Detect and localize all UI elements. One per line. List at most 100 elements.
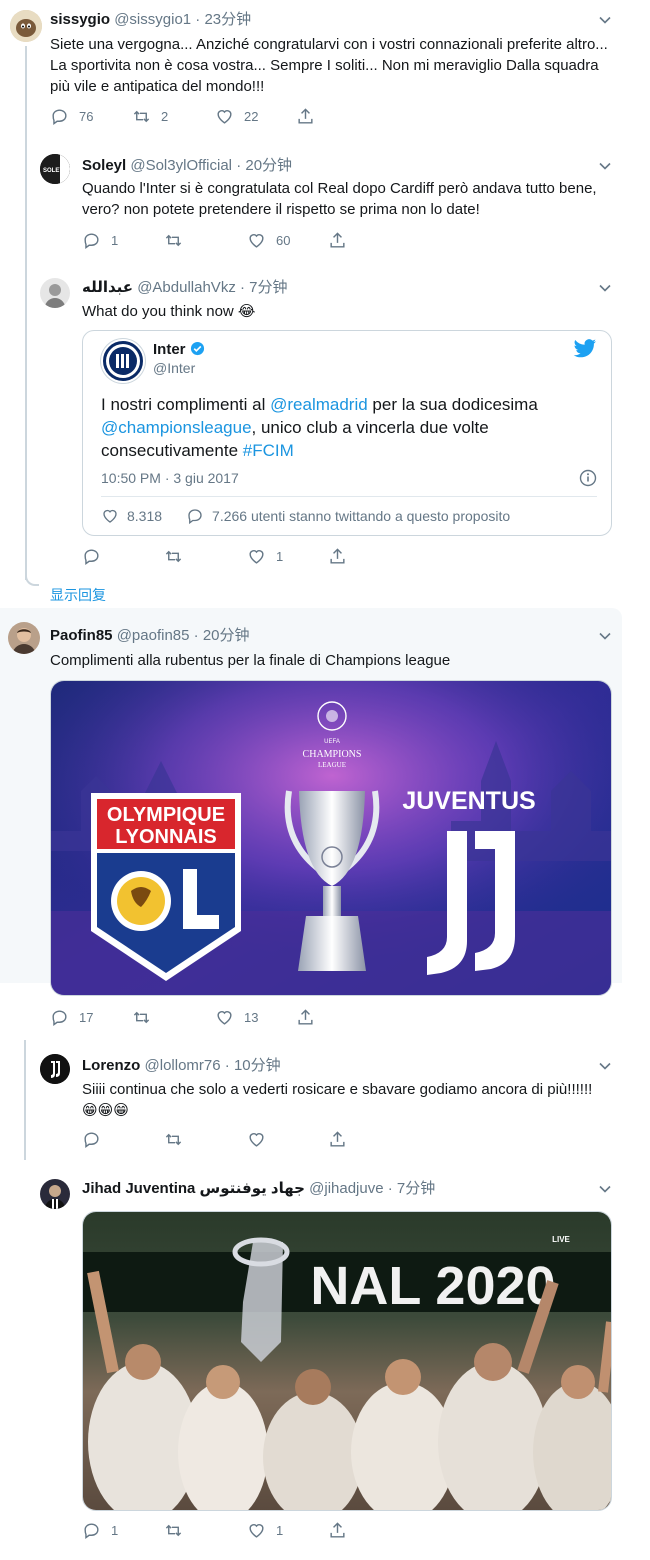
author-handle[interactable]: @lollomr76: [145, 1057, 221, 1074]
timestamp[interactable]: 7分钟: [397, 1180, 435, 1197]
tweet-paofin85[interactable]: Paofin85 @paofin85 · 20分钟 Complimenti al…: [0, 608, 650, 1038]
avatar-image: [8, 622, 40, 654]
avatar-image: SOLEYL: [40, 154, 70, 184]
chevron-down-icon[interactable]: [598, 1182, 612, 1196]
reply-icon[interactable]: [186, 507, 204, 525]
timestamp[interactable]: 23分钟: [204, 11, 251, 28]
share-button[interactable]: [296, 1008, 325, 1027]
tweet-sissygio[interactable]: sissygio @sissygio1 · 23分钟 Siete una ver…: [0, 0, 650, 580]
tweet-jihadjuve[interactable]: Jihad Juventina جهاد يوفنتوس @jihadjuve …: [0, 1165, 650, 1560]
share-button[interactable]: [328, 231, 357, 250]
author-name[interactable]: Soleyl: [82, 157, 126, 174]
tweet-text: Siete una vergogna... Anziché congratula…: [50, 36, 608, 95]
hashtag-link[interactable]: #FCIM: [243, 441, 294, 460]
mention-link[interactable]: @championsleague: [101, 418, 252, 437]
quoted-tweet-card[interactable]: Inter @Inter I nostri complimenti al @re…: [82, 330, 612, 536]
avatar-label: SOLEYL: [43, 168, 67, 174]
chevron-down-icon[interactable]: [598, 1059, 612, 1073]
reply-icon: [52, 109, 67, 126]
author-handle[interactable]: @Sol3ylOfficial: [130, 157, 232, 174]
share-button[interactable]: [296, 107, 325, 126]
author-handle[interactable]: @AbdullahVkz: [137, 279, 236, 296]
heart-icon: [217, 110, 232, 124]
like-button[interactable]: 13: [215, 1008, 258, 1027]
avatar[interactable]: [40, 278, 70, 308]
heart-icon: [249, 550, 264, 564]
author-handle[interactable]: @jihadjuve: [309, 1180, 383, 1197]
retweet-button[interactable]: [164, 231, 193, 250]
tweet-actions: 76 2 22: [50, 107, 350, 129]
like-button[interactable]: 60: [247, 231, 290, 250]
inter-avatar[interactable]: [101, 339, 145, 383]
celebration-image[interactable]: NAL 2020 LIVE: [82, 1211, 612, 1511]
chevron-down-icon[interactable]: [598, 281, 612, 295]
timestamp[interactable]: 7分钟: [249, 279, 287, 296]
quoted-timestamp[interactable]: 10:50 PM · 3 giu 2017: [101, 470, 239, 486]
timestamp[interactable]: 20分钟: [203, 627, 250, 644]
tweet-lorenzo[interactable]: Lorenzo @lollomr76 · 10分钟 Siiii continua…: [0, 1040, 650, 1165]
like-button[interactable]: 22: [215, 107, 258, 126]
share-icon: [298, 108, 313, 124]
retweet-count: 2: [161, 109, 169, 124]
like-button[interactable]: 1: [247, 547, 283, 566]
reply-button[interactable]: [82, 547, 111, 566]
like-button[interactable]: 1: [247, 1521, 283, 1540]
quoted-talking-count[interactable]: 7.266 utenti stanno twittando a questo p…: [212, 508, 510, 524]
retweet-button[interactable]: [132, 1008, 161, 1027]
author-handle[interactable]: @paofin85: [117, 627, 190, 644]
info-icon[interactable]: [579, 469, 597, 487]
author-name[interactable]: عبدالله: [82, 279, 133, 296]
lyon-name-line1: OLYMPIQUE: [107, 804, 225, 826]
divider: [101, 496, 597, 497]
author-handle[interactable]: @sissygio1: [114, 11, 191, 28]
mention-link[interactable]: @realmadrid: [270, 395, 368, 414]
reply-button[interactable]: 1: [82, 231, 118, 250]
twitter-bird-icon[interactable]: [573, 339, 597, 359]
avatar[interactable]: [40, 1179, 70, 1209]
separator: ·: [193, 627, 199, 644]
tweet-actions: [82, 1130, 382, 1152]
quoted-author-name[interactable]: Inter: [153, 341, 186, 358]
author-name[interactable]: Paofin85: [50, 627, 113, 644]
retweet-button[interactable]: [164, 1130, 193, 1149]
heart-icon: [249, 1133, 264, 1147]
verified-badge-icon: [190, 341, 204, 356]
reply-button[interactable]: 1: [82, 1521, 118, 1540]
retweet-button[interactable]: [164, 547, 193, 566]
retweet-button[interactable]: 2: [132, 107, 168, 126]
chevron-down-icon[interactable]: [598, 13, 612, 27]
live-badge: LIVE: [552, 1235, 570, 1244]
like-count: 60: [276, 233, 291, 248]
share-button[interactable]: [328, 1130, 357, 1149]
chevron-down-icon[interactable]: [598, 629, 612, 643]
author-name[interactable]: Lorenzo: [82, 1057, 140, 1074]
show-replies-link[interactable]: 显示回复: [50, 585, 106, 605]
share-icon: [330, 232, 345, 248]
tweet-actions: 17 13: [50, 1008, 350, 1030]
retweet-icon: [133, 110, 150, 123]
author-name[interactable]: sissygio: [50, 11, 110, 28]
juventus-name: JUVENTUS: [402, 787, 535, 815]
ucl-final-image[interactable]: UEFA CHAMPIONS LEAGUE OLYMPIQUE LYONNAIS: [50, 680, 612, 996]
share-button[interactable]: [328, 1521, 357, 1540]
reply-button[interactable]: 17: [50, 1008, 93, 1027]
timestamp[interactable]: 20分钟: [245, 157, 292, 174]
retweet-button[interactable]: [164, 1521, 193, 1540]
reply-button[interactable]: 76: [50, 107, 93, 126]
author-name[interactable]: Jihad Juventina جهاد يوفنتوس: [82, 1180, 305, 1197]
reply-icon: [84, 1132, 99, 1149]
avatar[interactable]: SOLEYL: [40, 154, 70, 184]
like-button[interactable]: [247, 1130, 276, 1149]
tweet-soleyl[interactable]: SOLEYL Soleyl @Sol3ylOfficial · 20分钟 Qua…: [0, 140, 650, 268]
avatar[interactable]: [8, 622, 40, 654]
avatar[interactable]: [10, 10, 42, 42]
chevron-down-icon[interactable]: [598, 159, 612, 173]
share-button[interactable]: [328, 547, 357, 566]
timestamp[interactable]: 10分钟: [234, 1057, 281, 1074]
share-icon: [298, 1009, 313, 1025]
reply-count: 76: [79, 109, 94, 124]
quoted-author-handle[interactable]: @Inter: [153, 359, 205, 377]
heart-icon[interactable]: [101, 507, 119, 525]
reply-button[interactable]: [82, 1130, 111, 1149]
avatar[interactable]: [40, 1054, 70, 1084]
